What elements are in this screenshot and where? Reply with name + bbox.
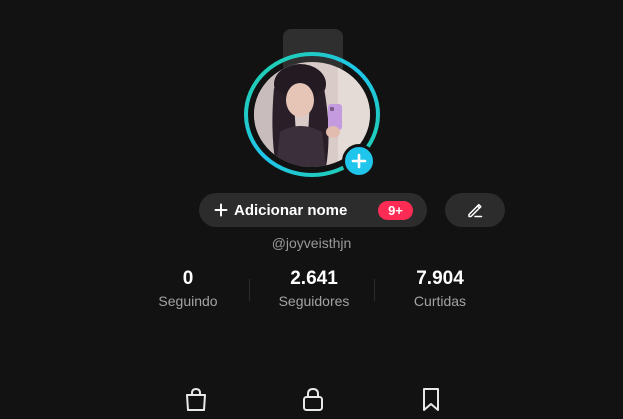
edit-profile-button[interactable] [445,193,505,227]
stat-followers-label: Seguidores [278,293,350,309]
profile-avatar[interactable] [243,51,381,178]
stat-following-label: Seguindo [158,293,218,309]
stat-divider [374,279,375,301]
plus-icon [351,153,367,169]
stat-divider [249,279,250,301]
stat-likes-value: 7.904 [416,268,464,289]
tab-saved[interactable] [418,386,444,412]
lock-icon [303,387,323,411]
stat-following-value: 0 [182,268,194,289]
shopping-bag-icon [186,387,206,411]
stat-likes-label: Curtidas [413,293,467,309]
add-story-button[interactable] [342,144,376,178]
plus-icon [214,203,228,217]
username: @joyveisthjn [271,235,352,251]
tab-private[interactable] [300,386,326,412]
stat-likes[interactable]: 7.904 Curtidas [385,267,495,311]
pencil-icon [468,203,483,218]
stat-followers-value: 2.641 [290,268,338,289]
tab-shop[interactable] [183,386,209,412]
add-name-label: Adicionar nome [234,201,348,219]
stat-followers[interactable]: 2.641 Seguidores [259,267,369,311]
stat-following[interactable]: 0 Seguindo [133,267,243,311]
add-name-button[interactable]: Adicionar nome 9+ [199,193,427,227]
notification-badge: 9+ [378,201,413,220]
bookmark-icon [423,388,439,411]
